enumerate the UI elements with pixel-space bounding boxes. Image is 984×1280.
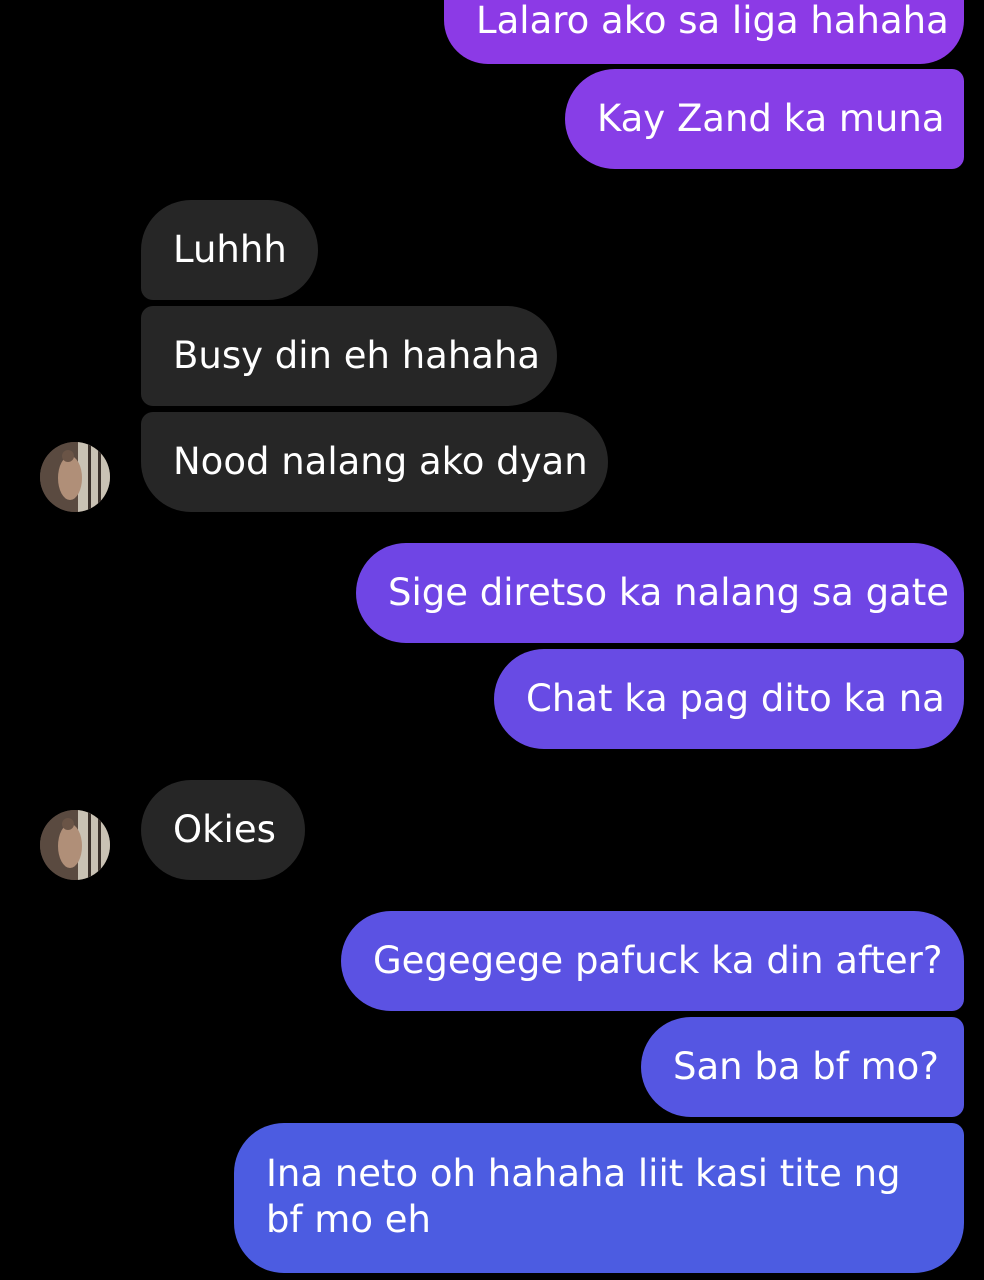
contact-avatar-icon[interactable] (40, 810, 110, 880)
message-bubble-sent[interactable]: Kay Zand ka muna (565, 69, 964, 169)
message-bubble-received[interactable]: Okies (141, 780, 305, 880)
message-bubble-sent[interactable]: Gegegege pafuck ka din after? (341, 911, 964, 1011)
message-bubble-received[interactable]: Busy din eh hahaha (141, 306, 557, 406)
avatar-photo (40, 442, 110, 512)
avatar-photo (40, 810, 110, 880)
message-bubble-sent[interactable]: Sige diretso ka nalang sa gate (356, 543, 964, 643)
message-bubble-sent[interactable]: Lalaro ako sa liga hahaha (444, 0, 964, 64)
message-bubble-sent[interactable]: San ba bf mo? (641, 1017, 964, 1117)
message-bubble-received[interactable]: Luhhh (141, 200, 318, 300)
message-bubble-sent[interactable]: Ina neto oh hahaha liit kasi tite ng bf … (234, 1123, 964, 1273)
message-bubble-received[interactable]: Nood nalang ako dyan (141, 412, 608, 512)
message-bubble-sent[interactable]: Chat ka pag dito ka na (494, 649, 964, 749)
contact-avatar-icon[interactable] (40, 442, 110, 512)
